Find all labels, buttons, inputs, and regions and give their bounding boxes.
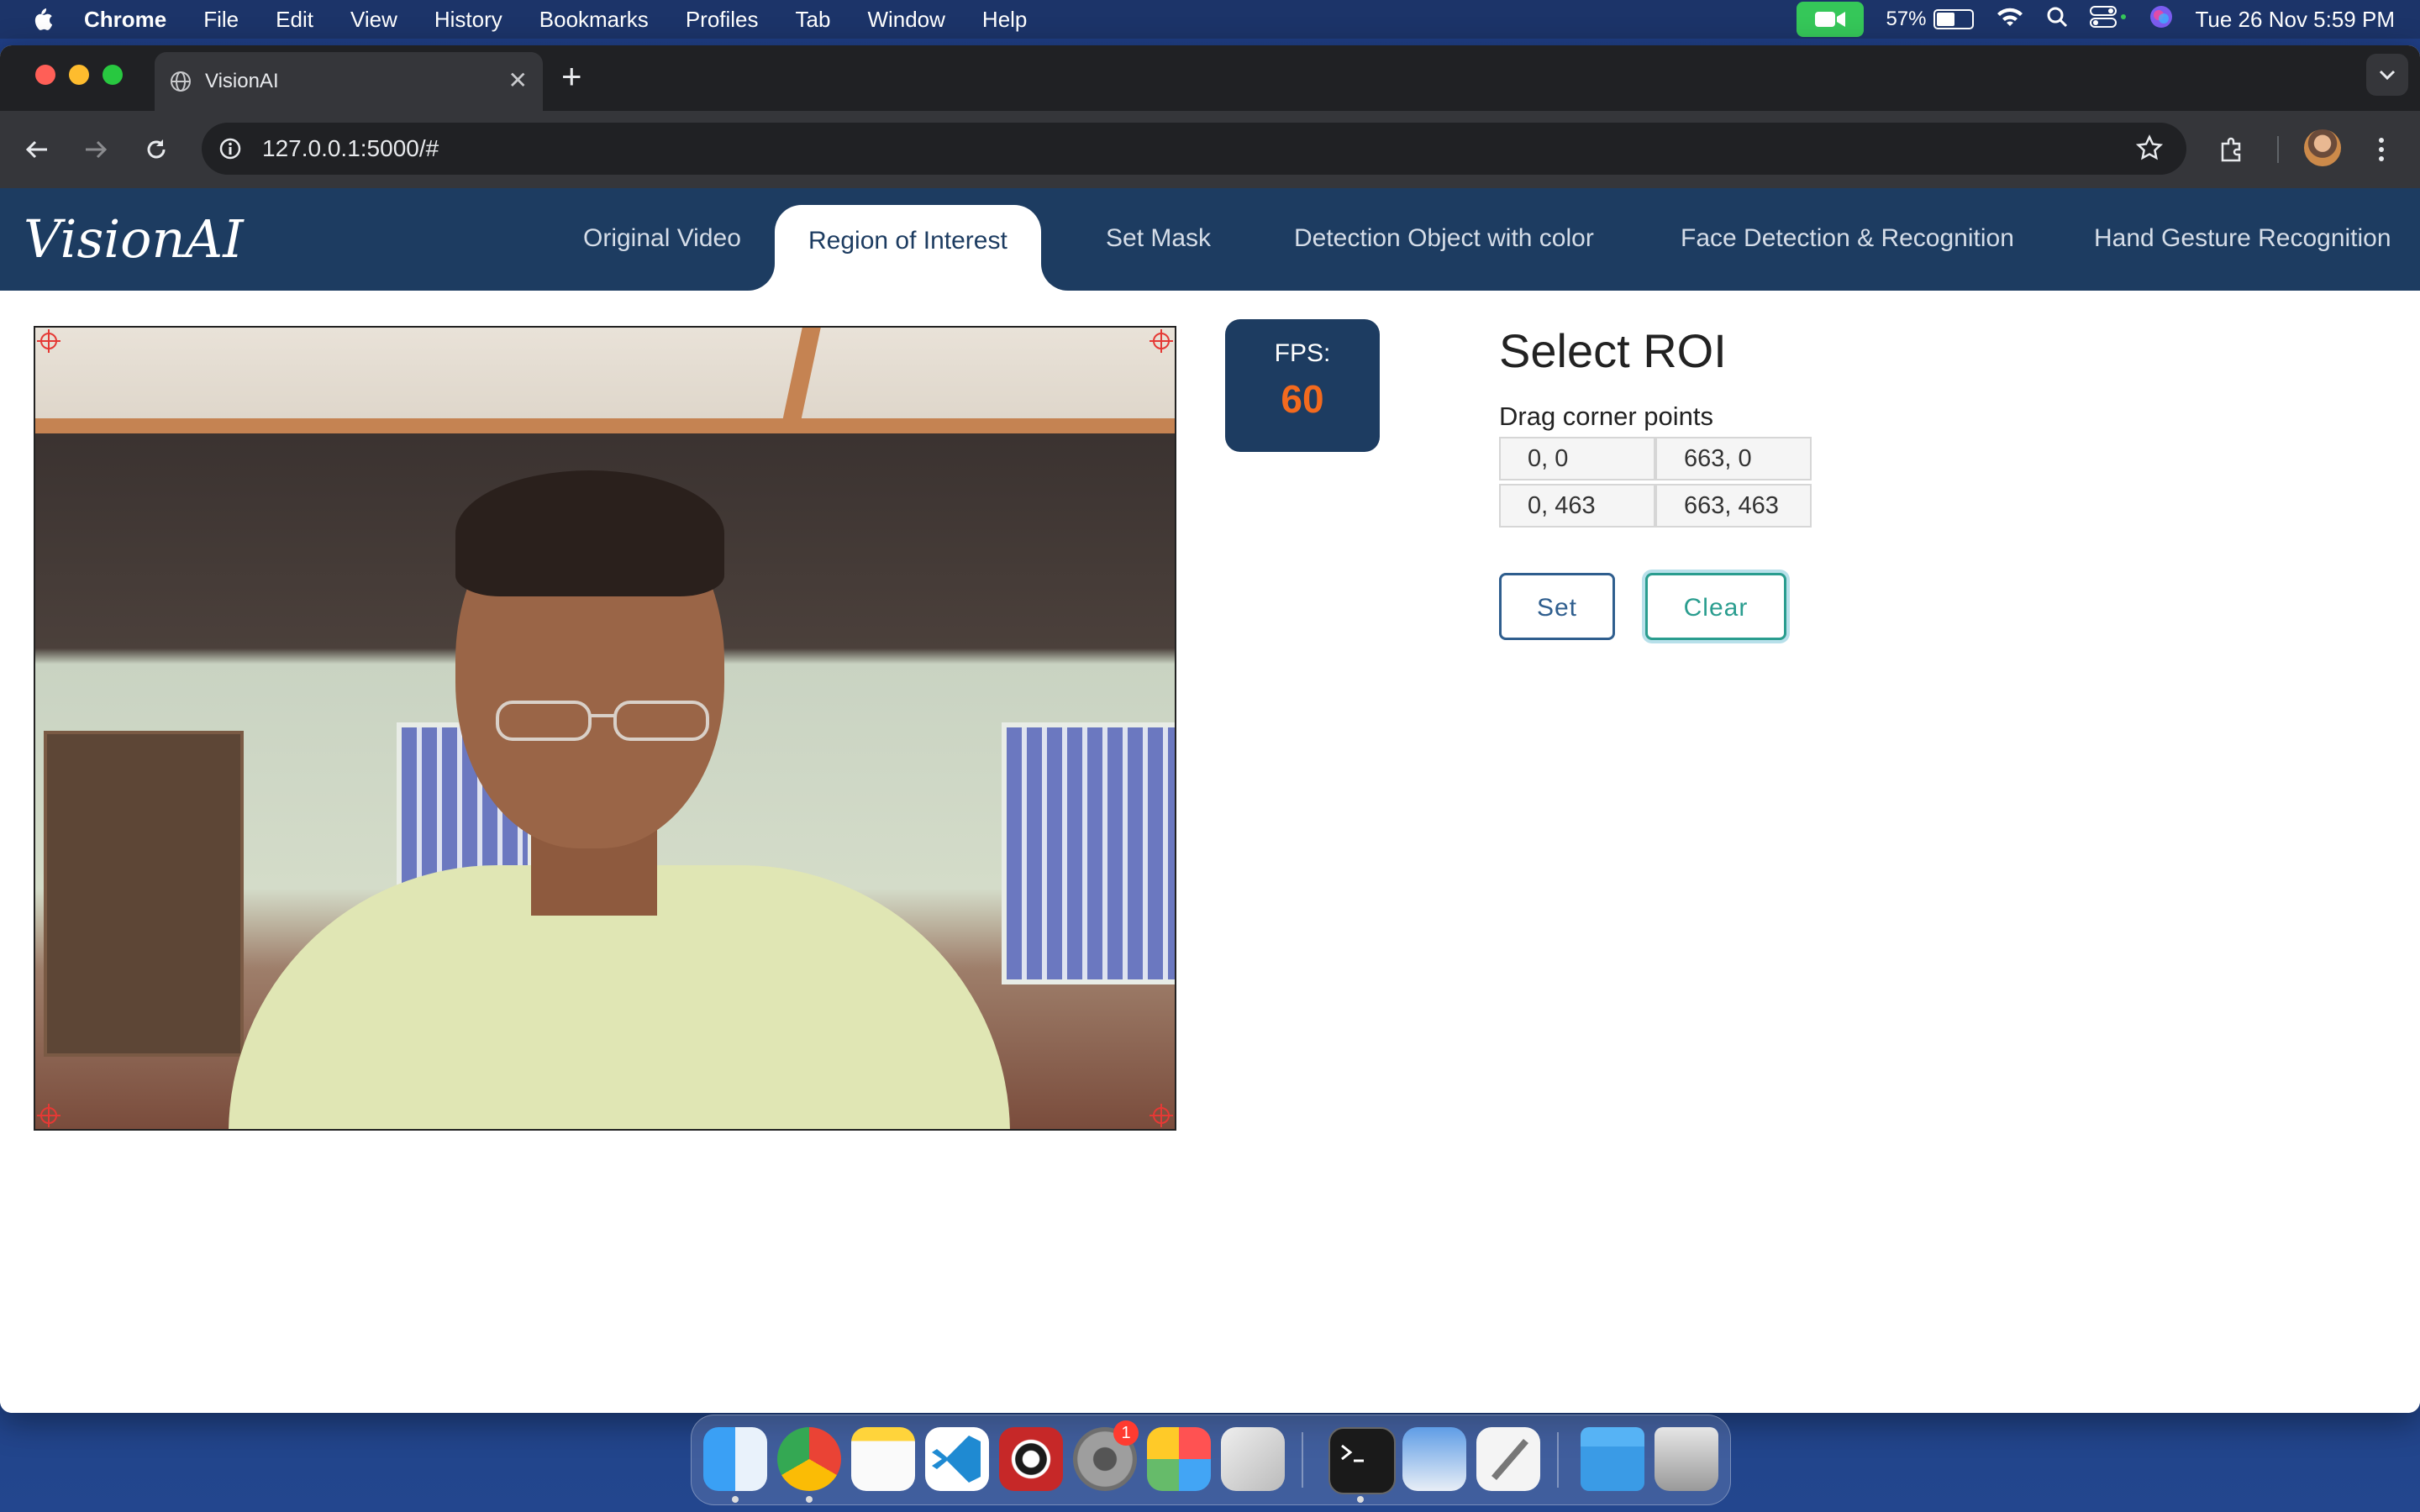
textedit-icon[interactable]	[1476, 1427, 1540, 1491]
app-navbar: VisionAI Original Video Region of Intere…	[0, 188, 2420, 291]
nav-face-detection[interactable]: Face Detection & Recognition	[1681, 222, 2014, 255]
menu-window[interactable]: Window	[867, 7, 944, 33]
new-tab-icon[interactable]: +	[561, 59, 582, 94]
vscode-icon[interactable]	[925, 1427, 989, 1491]
control-center-icon[interactable]	[2089, 5, 2127, 34]
battery-percent: 57%	[1886, 8, 1927, 30]
globe-icon	[170, 71, 192, 92]
menubar-clock[interactable]: Tue 26 Nov 5:59 PM	[2196, 7, 2396, 33]
menu-file[interactable]: File	[203, 7, 239, 33]
cabinet	[44, 731, 244, 1057]
running-indicator	[806, 1496, 813, 1503]
roi-point-bottom-left[interactable]: 0, 463	[1499, 484, 1655, 528]
trash-icon[interactable]	[1655, 1427, 1718, 1491]
roi-point-bottom-right[interactable]: 663, 463	[1655, 484, 1812, 528]
tab-strip: VisionAI ✕ +	[0, 45, 2420, 111]
roi-title: Select ROI	[1499, 324, 1727, 377]
back-arrow-icon[interactable]	[18, 131, 55, 168]
address-bar[interactable]: 127.0.0.1:5000/#	[202, 123, 2186, 175]
forward-arrow-icon[interactable]	[77, 131, 114, 168]
roi-point-top-left[interactable]: 0, 0	[1499, 437, 1655, 480]
fps-counter: FPS: 60	[1225, 319, 1380, 452]
launchpad-icon[interactable]	[1147, 1427, 1211, 1491]
notification-badge: 1	[1113, 1420, 1139, 1446]
macos-dock: 1	[691, 1415, 1731, 1505]
menu-profiles[interactable]: Profiles	[686, 7, 759, 33]
tab-search-chevron-icon[interactable]	[2366, 54, 2408, 96]
photo-booth-icon[interactable]	[999, 1427, 1063, 1491]
spotlight-search-icon[interactable]	[2046, 6, 2068, 34]
roi-corner-bottom-right-handle[interactable]	[1150, 1104, 1173, 1127]
preview-icon[interactable]	[1402, 1427, 1466, 1491]
browser-window: VisionAI ✕ + 127.0.0.1:5000/# VisionAI O…	[0, 45, 2420, 1413]
menu-bookmarks[interactable]: Bookmarks	[539, 7, 649, 33]
tab-title: VisionAI	[205, 70, 279, 92]
video-feed[interactable]	[34, 326, 1176, 1131]
glasses	[496, 701, 709, 741]
running-indicator	[732, 1496, 739, 1503]
menu-app-name[interactable]: Chrome	[84, 7, 166, 33]
close-window-button[interactable]	[35, 65, 55, 85]
roi-corner-top-right-handle[interactable]	[1150, 329, 1173, 353]
room-window	[1002, 722, 1175, 984]
extensions-puzzle-icon[interactable]	[2213, 131, 2250, 168]
siri-icon[interactable]	[2149, 4, 2174, 35]
chrome-icon[interactable]	[777, 1427, 841, 1491]
running-indicator	[1357, 1496, 1364, 1503]
set-roi-button[interactable]: Set	[1499, 573, 1615, 640]
profile-avatar[interactable]	[2304, 129, 2341, 166]
nav-set-mask[interactable]: Set Mask	[1106, 222, 1211, 255]
ceiling-beam	[781, 328, 821, 428]
brand-logo[interactable]: VisionAI	[24, 213, 244, 265]
apple-icon[interactable]	[30, 6, 64, 33]
roi-corner-bottom-left-handle[interactable]	[37, 1104, 60, 1127]
reload-icon[interactable]	[138, 131, 175, 168]
menu-tab[interactable]: Tab	[796, 7, 831, 33]
toolbar-divider	[2277, 136, 2279, 163]
browser-tab-visionai[interactable]: VisionAI ✕	[155, 52, 543, 111]
url-text: 127.0.0.1:5000/#	[262, 135, 439, 161]
battery-icon	[1933, 9, 1974, 29]
roi-instructions: Drag corner points	[1499, 402, 1714, 431]
folder-icon[interactable]	[1581, 1427, 1644, 1491]
zoom-window-button[interactable]	[103, 65, 123, 85]
chrome-menu-kebab-icon[interactable]	[2363, 131, 2400, 168]
wifi-icon[interactable]	[1996, 6, 2024, 34]
nav-hand-gesture[interactable]: Hand Gesture Recognition	[2094, 222, 2391, 255]
menu-edit[interactable]: Edit	[276, 7, 313, 33]
macos-menubar: Chrome File Edit View History Bookmarks …	[0, 0, 2420, 39]
iphone-mirroring-icon[interactable]	[1221, 1427, 1285, 1491]
camera-in-use-icon[interactable]	[1797, 2, 1865, 37]
terminal-icon[interactable]	[1328, 1427, 1396, 1494]
browser-toolbar: 127.0.0.1:5000/#	[0, 111, 2420, 188]
menu-view[interactable]: View	[350, 7, 397, 33]
nav-detection-object-color[interactable]: Detection Object with color	[1294, 222, 1594, 255]
battery-status[interactable]: 57%	[1886, 8, 1974, 31]
bookmark-star-icon[interactable]	[2135, 134, 2164, 165]
battery-fill	[1936, 13, 1955, 26]
clear-roi-button[interactable]: Clear	[1645, 573, 1786, 640]
nav-region-of-interest[interactable]: Region of Interest	[775, 205, 1041, 291]
web-page: VisionAI Original Video Region of Intere…	[0, 188, 2420, 1413]
roi-point-top-right[interactable]: 663, 0	[1655, 437, 1812, 480]
notes-icon[interactable]	[851, 1427, 915, 1491]
person-hair	[455, 470, 724, 596]
fps-label: FPS:	[1274, 339, 1331, 367]
close-tab-icon[interactable]: ✕	[508, 69, 528, 92]
site-info-icon[interactable]	[213, 132, 247, 165]
dock-separator	[1302, 1432, 1303, 1488]
menu-history[interactable]: History	[434, 7, 502, 33]
minimize-window-button[interactable]	[69, 65, 89, 85]
ceiling-beam	[35, 418, 1175, 433]
dock-separator	[1557, 1432, 1559, 1488]
fps-value: 60	[1281, 377, 1324, 421]
roi-corner-top-left-handle[interactable]	[37, 329, 60, 353]
menu-help[interactable]: Help	[982, 7, 1027, 33]
finder-icon[interactable]	[703, 1427, 767, 1491]
nav-original-video[interactable]: Original Video	[583, 222, 741, 255]
